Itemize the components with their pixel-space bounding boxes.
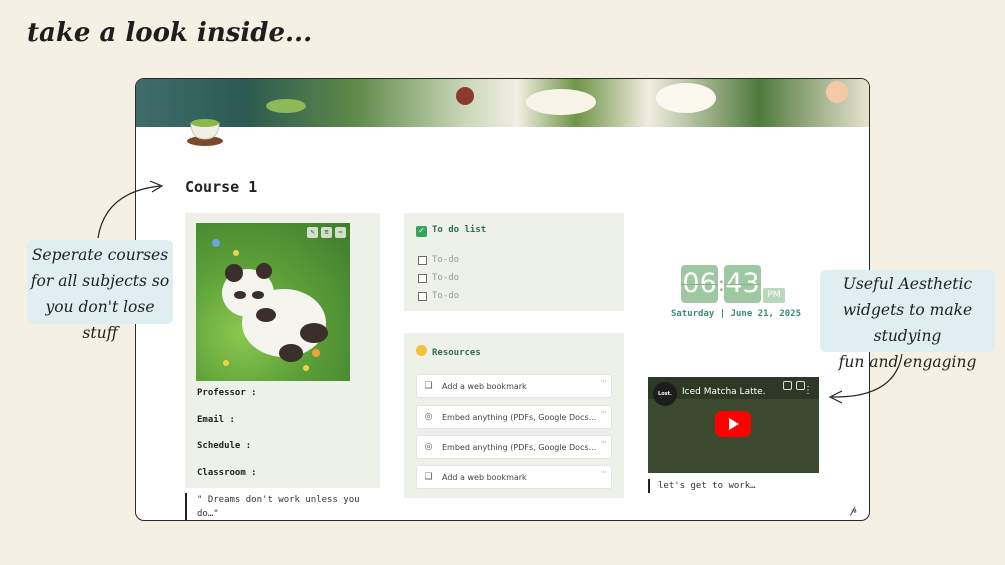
callout-line: widgets to make studying	[842, 301, 973, 345]
checkbox[interactable]	[418, 291, 427, 301]
more-icon[interactable]: ⋯	[335, 227, 346, 238]
todo-item[interactable]: To-do	[418, 273, 459, 283]
video-title[interactable]: Iced Matcha Latte.	[682, 387, 766, 397]
web-bookmark-block[interactable]: ❑ Add a web bookmark ···	[416, 465, 612, 489]
todo-panel: ✓ To do list To-do To-do To-do	[404, 213, 624, 311]
resources-heading[interactable]: Resources	[416, 345, 481, 358]
callout-line: for all subjects so	[30, 272, 170, 290]
email-label[interactable]: Email :	[197, 415, 235, 425]
caption-icon[interactable]: ≡	[321, 227, 332, 238]
course-info-panel: ✎ ≡ ⋯ Professor : Email : Schedule : Cla…	[185, 213, 380, 488]
callout-line: you don't lose stuff	[45, 298, 155, 342]
callout-line: Seperate courses	[31, 246, 169, 264]
todo-item[interactable]: To-do	[418, 291, 459, 301]
smiley-icon	[416, 345, 427, 356]
page-title[interactable]: Course 1	[185, 178, 257, 196]
cloth-decor	[656, 83, 716, 113]
web-bookmark-block[interactable]: ❑ Add a web bookmark ···	[416, 374, 612, 398]
callout-line: Useful Aesthetic	[842, 275, 973, 293]
bookmark-icon: ❑	[424, 381, 433, 391]
bookmark-icon: ❑	[424, 472, 433, 482]
compass-icon: ◎	[424, 412, 433, 422]
todo-heading[interactable]: ✓ To do list	[416, 225, 486, 237]
check-mark-icon: ✓	[416, 226, 427, 237]
video-caption[interactable]: let's get to work…	[648, 479, 756, 493]
schedule-label[interactable]: Schedule :	[197, 441, 251, 451]
clock-ampm: PM	[763, 288, 785, 303]
callout-widgets: Useful Aesthetic widgets to make studyin…	[820, 270, 995, 371]
classroom-label[interactable]: Classroom :	[197, 468, 257, 478]
embed-block[interactable]: ◎ Embed anything (PDFs, Google Docs... ·…	[416, 435, 612, 459]
channel-avatar[interactable]: Lost.	[653, 382, 677, 406]
book-decor	[526, 89, 596, 115]
more-icon[interactable]: ···	[600, 468, 607, 478]
youtube-video-embed[interactable]: Lost. Iced Matcha Latte. ⋮	[648, 377, 819, 473]
comment-icon[interactable]: ✎	[307, 227, 318, 238]
image-toolbar: ✎ ≡ ⋯	[307, 227, 346, 238]
panda-illustration-image[interactable]: ✎ ≡ ⋯	[196, 223, 350, 381]
compass-icon: ◎	[424, 442, 433, 452]
clock-hour: 06	[681, 265, 718, 303]
todo-item[interactable]: To-do	[418, 255, 459, 265]
comment-icon[interactable]	[783, 381, 792, 390]
resources-panel: Resources ❑ Add a web bookmark ··· ◎ Emb…	[404, 333, 624, 498]
flower-decor	[826, 81, 848, 103]
callout-courses: Seperate courses for all subjects so you…	[27, 240, 173, 342]
checkbox[interactable]	[418, 255, 427, 265]
clock-date: Saturday | June 21, 2025	[670, 309, 802, 319]
video-toolbar	[783, 381, 805, 390]
character-hair-decor	[456, 87, 474, 105]
cover-banner-image[interactable]	[136, 79, 869, 127]
more-icon[interactable]: ···	[600, 408, 607, 418]
kebab-menu-icon[interactable]: ⋮	[803, 385, 813, 396]
corner-glyph-icon: 𝓅	[849, 505, 857, 516]
headline: take a look inside...	[27, 18, 313, 48]
play-button-icon[interactable]	[715, 411, 751, 437]
lilypad-decor	[266, 99, 306, 113]
professor-label[interactable]: Professor :	[197, 388, 257, 398]
embed-block[interactable]: ◎ Embed anything (PDFs, Google Docs... ·…	[416, 405, 612, 429]
notion-page-window: Course 1 ✎ ≡ ⋯ Professor: Email: Sched…	[135, 78, 870, 521]
clock-minute: 43	[724, 265, 761, 303]
callout-line: fun and engaging	[838, 353, 977, 371]
more-icon[interactable]: ···	[600, 377, 607, 387]
quote-block[interactable]: " Dreams don't work unless you do…"	[185, 493, 380, 520]
more-icon[interactable]: ···	[600, 438, 607, 448]
checkbox[interactable]	[418, 273, 427, 283]
matcha-cup-icon[interactable]	[186, 111, 224, 147]
flip-clock-widget[interactable]: 06 : 43 PM	[681, 265, 785, 303]
